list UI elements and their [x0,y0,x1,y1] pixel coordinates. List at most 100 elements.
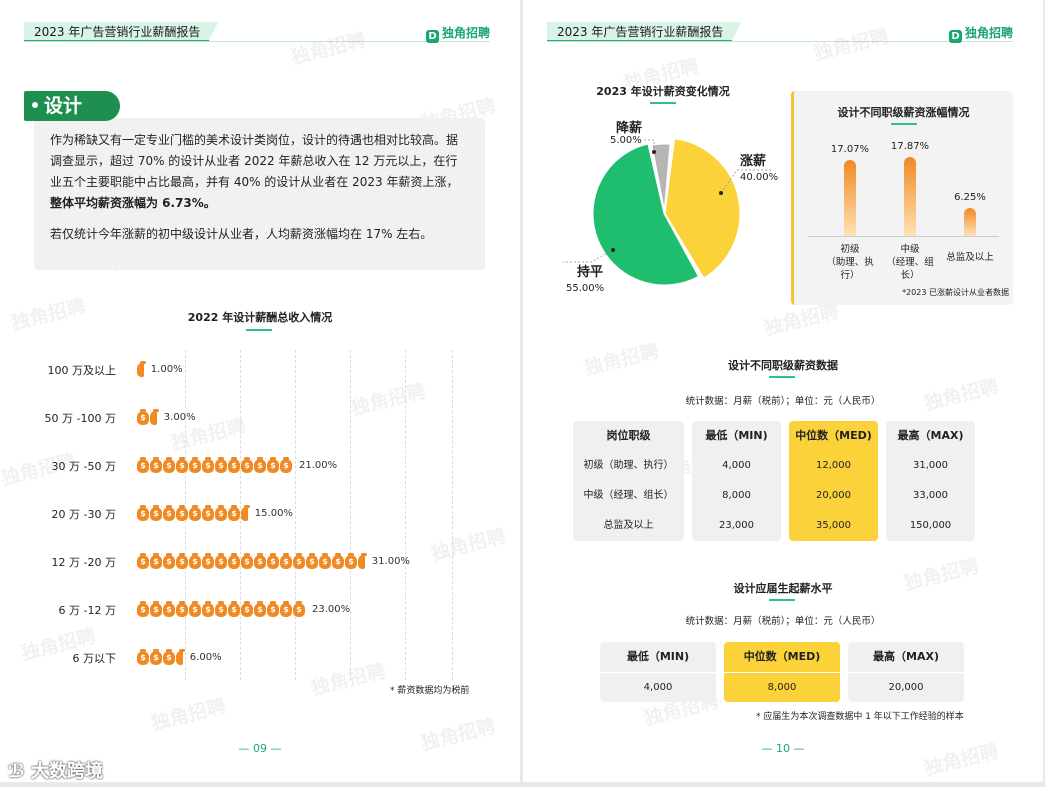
grid-line [295,350,296,680]
table2-median-column: 中位数（MED) 8,000 [724,642,840,702]
pie-label-flat-name: 持平 [577,265,604,280]
money-bag-icon [241,601,253,617]
money-bag-icon [150,649,162,665]
money-bag-icon [150,553,162,569]
raise-value-label: 17.87% [890,140,930,152]
money-bag-icon [137,505,149,521]
money-bag-icon [254,457,266,473]
table1-cell: 20,000 [816,490,851,501]
raise-note: *2023 已涨薪设计从业者数据 [902,288,1009,297]
header-title: 2023 年广告营销行业薪酬报告 [24,22,218,42]
raise-chart-title: 设计不同职级薪资涨幅情况 [837,106,970,119]
table1-min-column: 最低（MIN) 4,000 8,000 23,000 [692,421,781,541]
money-bag-icon [345,553,357,569]
money-bag-icon [280,553,292,569]
income-value-label: 21.00% [299,460,338,471]
money-bag-icon [293,553,305,569]
money-bag-icon [215,601,227,617]
table1-header: 最低（MIN) [705,429,768,442]
table1-median-column: 中位数（MED) 12,000 20,000 35,000 [789,421,878,541]
table1-cell: 31,000 [913,460,948,471]
footer-watermark: ℬ 大数跨境 [8,761,103,782]
income-value-label: 31.00% [371,556,410,567]
money-bag-icon [319,553,331,569]
page-10: 2023 年广告营销行业薪酬报告 D 独角招聘 独角招聘 独角招聘 独角招聘 独角… [523,0,1043,782]
table2-header: 最高（MAX) [873,650,939,663]
page-number: — 10 — [761,742,805,755]
intro-highlight: 整体平均薪资涨幅为 6.73%。 [50,196,216,210]
income-category-label: 6 万 -12 万 [58,604,116,617]
money-bag-icon [202,601,214,617]
table1-cell: 33,000 [913,490,948,501]
money-bag-icon [267,601,279,617]
grid-line [405,350,406,680]
money-bag-icon [215,505,227,521]
pie-title: 2023 年设计薪资变化情况 [596,85,730,98]
title-underline [650,102,676,104]
intro-text: 作为稀缺又有一定专业门槛的美术设计类岗位，设计的待遇也相对比较高。据调查显示，超… [50,133,459,189]
page-number: — 09 — [238,742,282,755]
table1-header: 中位数（MED) [795,429,872,442]
money-bag-icon [176,649,185,665]
raise-cat-mid-1: 中级 [900,244,920,255]
money-bag-icon [215,553,227,569]
raise-bar [844,160,856,236]
watermark: 独角招聘 [288,29,368,69]
money-bag-icon [293,601,305,617]
raise-value-label: 6.25% [954,192,986,204]
money-bag-icon [280,457,292,473]
watermark: 独角招聘 [308,660,388,700]
table1-subtitle: 统计数据：月薪（税前）；单位：元（人民币） [685,396,881,407]
money-bag-icon [137,553,149,569]
page-09: 2023 年广告营销行业薪酬报告 D 独角招聘 独角招聘 独角招聘 独角招聘 独角… [0,0,520,782]
table1-cell: 总监及以上 [603,520,654,531]
money-bag-icon [254,553,266,569]
money-bag-icon [150,505,162,521]
pie-label-cut-name: 降薪 [616,121,643,136]
raise-bar [904,156,916,236]
money-bag-icon [176,457,188,473]
raise-axis [808,236,999,237]
pie-chart [591,137,741,287]
income-bar [137,409,159,425]
table2-header: 中位数（MED) [743,650,821,663]
pie-label-cut: 降薪 [616,117,642,136]
table2: 最低（MIN) 4,000 中位数（MED) 8,000 最高（MAX) 20,000 [600,642,964,702]
grid-line [452,350,453,680]
table2-cell: 8,000 [724,672,840,702]
table1-cell: 12,000 [816,460,851,471]
money-bag-icon [228,505,240,521]
money-bag-icon [137,601,149,617]
pie-label-raise-name: 涨薪 [740,154,767,169]
header-divider [24,41,490,42]
income-bar [137,601,306,617]
money-bag-icon [176,505,188,521]
brand-name: 独角招聘 [964,26,1013,40]
money-bag-icon [189,553,201,569]
money-bag-icon [306,553,318,569]
income-bar [137,505,250,521]
header-divider [547,41,1013,42]
income-value-label: 6.00% [189,652,222,663]
pie-label-flat-value: 55.00% [566,283,605,294]
income-category-label: 50 万 -100 万 [44,412,116,425]
watermark: 独角招聘 [348,380,428,420]
title-underline [769,376,795,378]
money-bag-icon [176,553,188,569]
money-bag-icon [137,457,149,473]
brand-logo: D 独角招聘 [948,24,1013,43]
grid-line [350,350,351,680]
money-bag-icon [163,457,175,473]
intro-paragraph-1: 作为稀缺又有一定专业门槛的美术设计类岗位，设计的待遇也相对比较高。据调查显示，超… [50,130,469,214]
money-bag-icon [254,601,266,617]
income-category-label: 20 万 -30 万 [51,508,116,521]
money-bag-icon [176,601,188,617]
money-bag-icon [228,601,240,617]
table1-cell: 35,000 [816,520,851,531]
table1-cell: 23,000 [719,520,754,531]
income-value-label: 15.00% [254,508,293,519]
money-bag-icon [137,409,149,425]
money-bag-icon [358,553,367,569]
table2-max-column: 最高（MAX) 20,000 [848,642,964,702]
raise-bar [964,208,976,236]
